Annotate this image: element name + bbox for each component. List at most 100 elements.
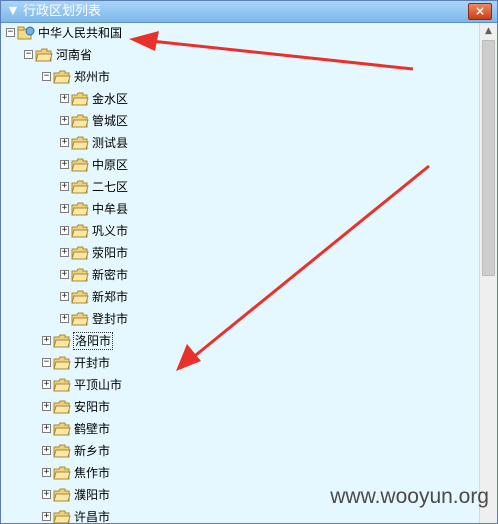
tree-node-label: 荥阳市: [92, 246, 129, 260]
close-button[interactable]: ×: [468, 3, 492, 20]
folder-icon: [53, 356, 71, 370]
folder-icon: [71, 114, 89, 128]
chevron-down-icon[interactable]: ▼: [6, 4, 20, 18]
expand-toggle-icon[interactable]: +: [60, 94, 69, 103]
tree-node-district[interactable]: + 中原区: [60, 155, 200, 175]
collapse-toggle-icon[interactable]: −: [24, 50, 33, 59]
tree-node-label: 开封市: [74, 356, 111, 370]
tree-node-label: 平顶山市: [74, 378, 123, 392]
scrollbar-thumb[interactable]: [482, 40, 495, 276]
expand-toggle-icon[interactable]: +: [60, 248, 69, 257]
tree-node-district[interactable]: + 二七区: [60, 177, 200, 197]
tree-node-label: 许昌市: [74, 510, 111, 524]
tree-node-label: 二七区: [92, 180, 129, 194]
tree-node-province[interactable]: − 河南省: [24, 45, 164, 65]
folder-icon: [53, 488, 71, 502]
expand-toggle-icon[interactable]: +: [60, 160, 69, 169]
expand-toggle-icon[interactable]: +: [42, 424, 51, 433]
tree-node-district[interactable]: + 管城区: [60, 111, 200, 131]
tree-node-root[interactable]: − 中华人民共和国: [6, 23, 166, 43]
expand-toggle-icon[interactable]: +: [42, 336, 51, 345]
watermark-text: www.wooyun.org: [330, 485, 489, 508]
folder-icon: [71, 180, 89, 194]
expand-toggle-icon[interactable]: +: [42, 490, 51, 499]
expand-toggle-icon[interactable]: +: [60, 270, 69, 279]
globe-folder-icon: [17, 26, 35, 40]
expand-toggle-icon[interactable]: +: [42, 402, 51, 411]
tree-node-district[interactable]: + 测试县: [60, 133, 200, 153]
folder-icon: [53, 466, 71, 480]
tree-node-label: 河南省: [56, 48, 93, 62]
tree-node-label: 中华人民共和国: [38, 26, 123, 40]
tree-node-district[interactable]: + 荥阳市: [60, 243, 200, 263]
expand-toggle-icon[interactable]: +: [60, 138, 69, 147]
tree-node-city[interactable]: + 安阳市: [42, 397, 182, 417]
window-title: 行政区划列表: [23, 4, 102, 19]
tree-node-label: 巩义市: [92, 224, 129, 238]
folder-icon: [71, 312, 89, 326]
tree-node-label: 管城区: [92, 114, 129, 128]
tree-node-label: 新乡市: [74, 444, 111, 458]
folder-icon: [71, 246, 89, 260]
folder-icon: [53, 444, 71, 458]
expand-toggle-icon[interactable]: +: [42, 446, 51, 455]
folder-icon: [53, 510, 71, 523]
folder-icon: [53, 422, 71, 436]
expand-toggle-icon[interactable]: +: [42, 380, 51, 389]
folder-icon: [71, 290, 89, 304]
tree-node-label-selected: 洛阳市: [73, 332, 114, 350]
tree-node-label: 濮阳市: [74, 488, 111, 502]
tree-node-district[interactable]: + 新郑市: [60, 287, 200, 307]
expand-toggle-icon[interactable]: +: [60, 226, 69, 235]
expand-toggle-icon[interactable]: +: [60, 116, 69, 125]
tree-node-district[interactable]: + 金水区: [60, 89, 200, 109]
expand-toggle-icon[interactable]: +: [60, 292, 69, 301]
tree-node-city[interactable]: − 开封市: [42, 353, 182, 373]
folder-icon: [71, 92, 89, 106]
title-bar: ▼ 行政区划列表 ×: [1, 1, 497, 23]
folder-icon: [71, 136, 89, 150]
tree-node-city[interactable]: + 洛阳市: [42, 331, 182, 351]
collapse-toggle-icon[interactable]: −: [6, 28, 15, 37]
expand-toggle-icon[interactable]: +: [60, 314, 69, 323]
tree-node-district[interactable]: + 中牟县: [60, 199, 200, 219]
tree-node-label: 测试县: [92, 136, 129, 150]
tree-node-city[interactable]: + 濮阳市: [42, 485, 182, 505]
tree-node-city[interactable]: + 许昌市: [42, 507, 182, 524]
collapse-toggle-icon[interactable]: −: [42, 72, 51, 81]
tree-node-label: 安阳市: [74, 400, 111, 414]
tree-node-city[interactable]: + 平顶山市: [42, 375, 182, 395]
folder-icon: [71, 268, 89, 282]
tree-node-city[interactable]: + 新乡市: [42, 441, 182, 461]
collapse-toggle-icon[interactable]: −: [42, 358, 51, 367]
tree-node-label: 中牟县: [92, 202, 129, 216]
folder-icon: [71, 158, 89, 172]
tree-node-label: 鹤壁市: [74, 422, 111, 436]
scroll-up-arrow-icon[interactable]: ▲: [480, 23, 497, 40]
tree-node-district[interactable]: + 新密市: [60, 265, 200, 285]
tree-node-district[interactable]: + 巩义市: [60, 221, 200, 241]
tree-node-label: 郑州市: [74, 70, 111, 84]
expand-toggle-icon[interactable]: +: [60, 182, 69, 191]
folder-icon: [71, 224, 89, 238]
tree-node-district[interactable]: + 登封市: [60, 309, 200, 329]
folder-icon: [53, 334, 71, 348]
expand-toggle-icon[interactable]: +: [42, 512, 51, 521]
vertical-scrollbar[interactable]: ▲: [479, 23, 497, 523]
tree-node-city-expanded[interactable]: − 郑州市: [42, 67, 182, 87]
tree-node-label: 焦作市: [74, 466, 111, 480]
region-list-window: ▼ 行政区划列表 × − 中华人民共和国 − 河南省 − 郑州市 + 金水区 +…: [0, 0, 498, 524]
folder-icon: [53, 70, 71, 84]
tree-node-label: 金水区: [92, 92, 129, 106]
expand-toggle-icon[interactable]: +: [60, 204, 69, 213]
expand-toggle-icon[interactable]: +: [42, 468, 51, 477]
folder-icon: [71, 202, 89, 216]
region-tree: − 中华人民共和国 − 河南省 − 郑州市 + 金水区 + 管城区 + 测试县 …: [1, 23, 479, 524]
tree-node-city[interactable]: + 鹤壁市: [42, 419, 182, 439]
tree-node-city[interactable]: + 焦作市: [42, 463, 182, 483]
tree-node-label: 新密市: [92, 268, 129, 282]
tree-node-label: 新郑市: [92, 290, 129, 304]
folder-icon: [35, 48, 53, 62]
tree-node-label: 登封市: [92, 312, 129, 326]
folder-icon: [53, 400, 71, 414]
